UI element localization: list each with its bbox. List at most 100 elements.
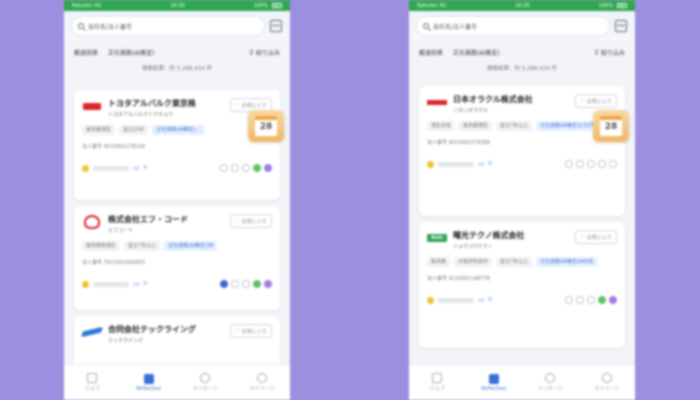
tag: 正社員数(AI推定)38 (164, 241, 218, 251)
plus-icon: ♡ (580, 234, 585, 240)
company-kana: ニホンオラクル (453, 108, 488, 114)
tag-list: 東京都港区 設立25年 正社員数(AI推定)… (82, 125, 272, 135)
status-dot (427, 160, 434, 168)
filter-label: 絞り込み (255, 49, 280, 57)
favorite-button[interactable]: ♡ お気に入り (575, 94, 617, 108)
time-label: 16:30 (515, 2, 530, 9)
status-circles (565, 296, 617, 304)
tag-list: 東京都新宿区 設立7年以上 正社員数(AI推定)38 (82, 241, 272, 251)
tab-bar: ジョブ Reflection メッセージ マイページ (409, 364, 635, 400)
tag: 設立25年 (119, 125, 149, 135)
calendar-badge[interactable]: 28 (248, 110, 284, 142)
message-icon[interactable]: ▭ (478, 160, 485, 168)
search-input[interactable]: 会社名/法人番号 (72, 17, 264, 35)
company-name: 曙光テクノ株式会社 (453, 231, 525, 240)
plus-icon: ♡ (235, 218, 240, 224)
company-card[interactable]: Avio 曙光テクノ株式会社 ショウコウテクノ ♡ お気に入り 製造業 大阪府吹田… (419, 222, 625, 348)
filter-bar: 都道府県 正社員数(AI推定) ⊽ 絞り込み (409, 41, 635, 63)
status-dot (82, 164, 89, 172)
filter-employees[interactable]: 正社員数(AI推定) (453, 48, 500, 57)
company-card[interactable]: トヨタアルバルク東京株 トヨタアルバルクトウキョウ ♡ お気に入り 東京都港区 設… (74, 90, 280, 200)
company-kana: エフコード (108, 228, 134, 234)
filter-prefecture[interactable]: 都道府県 (74, 48, 98, 57)
job-icon (432, 373, 443, 383)
status-bar: Rakuten 4G 16:30 100% (64, 0, 290, 11)
company-logo: Avio (427, 230, 447, 246)
reflection-icon (143, 373, 154, 384)
company-kana: テックライング (108, 338, 144, 344)
blurred-text (93, 281, 129, 287)
battery-label: 100% (598, 2, 613, 9)
phone-screen-left: Rakuten 4G 16:30 100% 会社名/法人番号 都道府県 正社員数… (64, 0, 290, 400)
status-circles (565, 160, 617, 168)
filter-employees[interactable]: 正社員数(AI推定) (108, 48, 155, 57)
filter-button[interactable]: ⊽ 絞り込み (594, 48, 625, 57)
card-footer: ▭ 0 (82, 164, 272, 172)
favorite-button[interactable]: ♡ お気に入り (230, 324, 272, 338)
calendar-icon: 28 (600, 116, 622, 136)
battery-icon (271, 3, 282, 8)
top-bar: 会社名/法人番号 (64, 11, 290, 41)
calendar-icon: 28 (255, 116, 277, 136)
blurred-text (438, 161, 474, 167)
scan-icon[interactable] (270, 20, 282, 32)
tab-reflection[interactable]: Reflection (121, 365, 178, 400)
tag: 東京都港区 (459, 121, 493, 131)
blurred-text (438, 297, 474, 303)
filter-prefecture[interactable]: 都道府県 (419, 48, 443, 57)
card-footer: ▭ 0 (82, 280, 272, 288)
status-circles (220, 280, 272, 288)
tab-job[interactable]: ジョブ (64, 365, 121, 400)
card-footer: ▭ 0 (427, 296, 617, 304)
corporate-number: 法人番号 7011001000803 (82, 260, 145, 266)
filter-button[interactable]: ⊽ 絞り込み (249, 48, 280, 57)
corporate-number: 法人番号 4120001148778 (427, 276, 490, 282)
reflection-icon (488, 373, 499, 384)
message-count: 0 (488, 161, 492, 167)
message-icon[interactable]: ▭ (478, 296, 485, 304)
company-logo (82, 214, 102, 230)
tag: 東京都新宿区 (82, 241, 121, 251)
tab-reflection[interactable]: Reflection (466, 365, 523, 400)
carrier-label: Rakuten 4G (417, 2, 447, 9)
search-icon (78, 23, 84, 29)
tag: 正社員数(AI推定)… (152, 125, 205, 135)
tag: 大阪府吹田市 (454, 257, 493, 267)
search-placeholder: 会社名/法人番号 (433, 23, 478, 31)
filter-bar: 都道府県 正社員数(AI推定) ⊽ 絞り込み (64, 41, 290, 63)
tab-mypage[interactable]: マイページ (234, 365, 291, 400)
favorite-button[interactable]: ♡ お気に入り (575, 230, 617, 244)
battery-label: 100% (253, 2, 268, 9)
calendar-badge[interactable]: 28 (593, 110, 629, 142)
company-kana: トヨタアルバルクトウキョウ (108, 112, 173, 118)
tag: 製造業 (427, 257, 451, 267)
plus-icon: ♡ (235, 328, 240, 334)
company-name: 日本オラクル株式会社 (453, 95, 533, 104)
tab-bar: ジョブ Reflection メッセージ マイページ (64, 364, 290, 400)
plus-icon: ♡ (580, 98, 585, 104)
tab-messages[interactable]: メッセージ (177, 365, 234, 400)
tab-mypage[interactable]: マイページ (579, 365, 636, 400)
status-dot (427, 296, 434, 304)
message-count: 0 (143, 165, 147, 171)
user-icon (256, 373, 267, 383)
tag-list: 製造業 大阪府吹田市 設立7年以上 正社員数(AI推定)440名 (427, 257, 617, 267)
search-input[interactable]: 会社名/法人番号 (417, 17, 609, 35)
company-logo (81, 324, 103, 340)
message-icon[interactable]: ▭ (133, 164, 140, 172)
company-name: 株式会社エフ・コード (108, 215, 188, 224)
company-logo (82, 98, 102, 114)
tab-job[interactable]: ジョブ (409, 365, 466, 400)
tab-messages[interactable]: メッセージ (522, 365, 579, 400)
company-card[interactable]: 日本オラクル株式会社 ニホンオラクル ♡ お気に入り 港区赤坂 東京都港区 設立7… (419, 86, 625, 216)
scan-icon[interactable] (615, 20, 627, 32)
card-footer: ▭ 0 (427, 160, 617, 168)
favorite-button[interactable]: ♡ お気に入り (230, 214, 272, 228)
message-count: 0 (488, 297, 492, 303)
company-card[interactable]: 株式会社エフ・コード エフコード ♡ お気に入り 東京都新宿区 設立7年以上 正社… (74, 206, 280, 310)
message-icon[interactable]: ▭ (133, 280, 140, 288)
status-circles (220, 164, 272, 172)
filter-icon: ⊽ (593, 48, 599, 57)
chat-icon (200, 373, 211, 383)
corporate-number: 法人番号 4010401078389 (427, 140, 490, 146)
